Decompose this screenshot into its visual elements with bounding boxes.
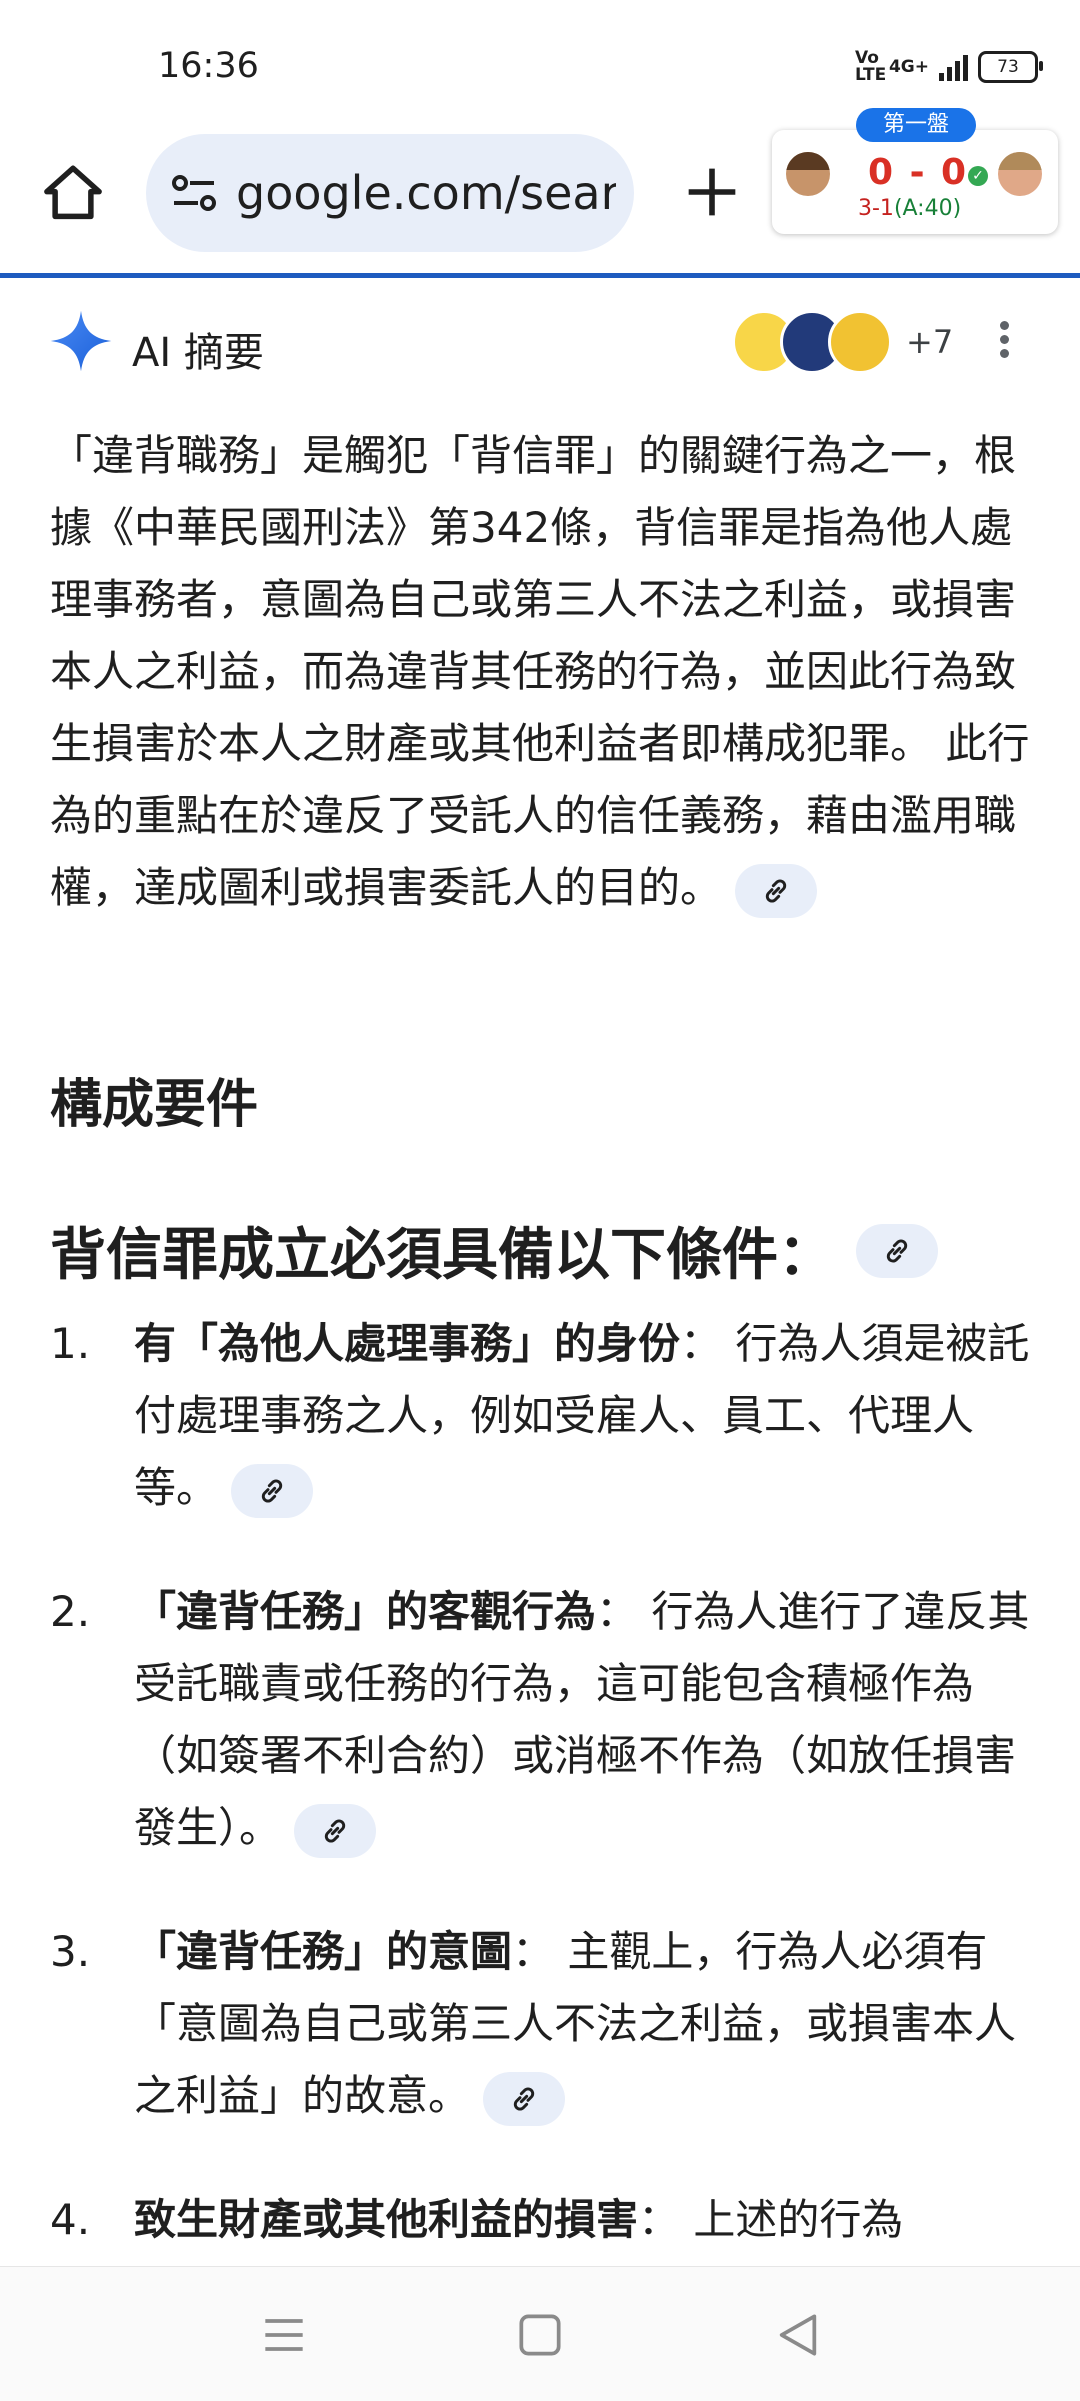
status-time: 16:36 bbox=[158, 46, 259, 86]
citation-link-button[interactable] bbox=[856, 1223, 938, 1278]
list-number: 4. bbox=[50, 2195, 91, 2244]
list-number: 1. bbox=[50, 1319, 91, 1368]
site-settings-icon[interactable] bbox=[170, 171, 218, 215]
list-item-title: 致生財產或其他利益的損害 bbox=[134, 2195, 639, 2244]
more-options-icon[interactable] bbox=[996, 316, 1012, 366]
citation-link-button[interactable] bbox=[483, 2071, 566, 2126]
battery-level: 73 bbox=[997, 57, 1019, 77]
intro-paragraph: 「違背職務」是觸犯「背信罪」的關鍵行為之一，根據《中華民國刑法》第342條，背信… bbox=[50, 420, 1030, 924]
gemini-sparkle-icon bbox=[50, 310, 112, 372]
network-type: 4G+ bbox=[888, 57, 929, 77]
source-icons[interactable]: +7 bbox=[732, 310, 953, 374]
home-square-icon[interactable] bbox=[512, 2307, 568, 2363]
citation-link-button[interactable] bbox=[735, 863, 818, 918]
ai-overview-body: 「違背職務」是觸犯「背信罪」的關鍵行為之一，根據《中華民國刑法》第342條，背信… bbox=[50, 420, 1030, 924]
list-number: 2. bbox=[50, 1587, 91, 1636]
ai-overview-title: AI 摘要 bbox=[132, 330, 264, 376]
url-text[interactable]: google.com/search bbox=[236, 166, 616, 220]
list-item-title: 有「為他人處理事務」的身份 bbox=[134, 1319, 681, 1368]
set-score-value: 3-1 bbox=[858, 196, 894, 221]
list-item-text: ： 上述的行為 bbox=[638, 2195, 904, 2244]
new-tab-icon[interactable] bbox=[684, 164, 740, 220]
battery-icon: 73 bbox=[978, 51, 1043, 83]
link-icon bbox=[262, 1479, 283, 1502]
ai-overview-header: AI 摘要 +7 bbox=[0, 290, 1080, 390]
subsection-heading: 背信罪成立必須具備以下條件： bbox=[50, 1210, 938, 1291]
menu-icon[interactable] bbox=[256, 2307, 312, 2363]
set-score: 3-1(A:40) bbox=[858, 196, 961, 221]
url-bar[interactable]: google.com/search bbox=[146, 134, 634, 252]
list-item: 2. 「違背任務」的客觀行為： 行為人進行了違反其受託職責或任務的行為，這可能包… bbox=[50, 1576, 1030, 1864]
link-icon bbox=[514, 2087, 535, 2110]
source-count[interactable]: +7 bbox=[906, 323, 953, 361]
list-number: 3. bbox=[50, 1927, 91, 1976]
link-icon bbox=[766, 879, 787, 902]
link-icon bbox=[886, 1239, 908, 1262]
intro-text: 「違背職務」是觸犯「背信罪」的關鍵行為之一，根據《中華民國刑法》第342條，背信… bbox=[50, 431, 1030, 912]
heading-elements: 構成要件 bbox=[50, 1075, 259, 1135]
system-nav-bar bbox=[0, 2266, 1080, 2401]
heading-conditions: 背信罪成立必須具備以下條件： bbox=[50, 1223, 834, 1288]
check-icon: ✓ bbox=[968, 166, 988, 186]
list-item: 4. 致生財產或其他利益的損害： 上述的行為 bbox=[50, 2184, 1030, 2256]
status-icons: Vo LTE 4G+ 73 bbox=[854, 48, 1043, 85]
source-logo-icon[interactable] bbox=[828, 310, 892, 374]
signal-icon bbox=[939, 53, 968, 81]
progress-divider bbox=[0, 273, 1080, 278]
section-heading: 構成要件 bbox=[50, 1062, 258, 1137]
home-icon[interactable] bbox=[40, 160, 106, 226]
list-item: 3. 「違背任務」的意圖： 主觀上，行為人必須有「意圖為自己或第三人不法之利益，… bbox=[50, 1916, 1030, 2132]
list-item: 1. 有「為他人處理事務」的身份： 行為人須是被託付處理事務之人，例如受雇人、員… bbox=[50, 1308, 1030, 1524]
player-avatar-left bbox=[786, 152, 830, 196]
citation-link-button[interactable] bbox=[231, 1463, 314, 1518]
browser-toolbar: google.com/search 第一盤 0 - 0 ✓ 3-1(A:40) bbox=[0, 108, 1080, 270]
link-icon bbox=[325, 1819, 346, 1842]
match-score: 0 - 0 bbox=[868, 152, 969, 193]
set-badge: 第一盤 bbox=[856, 108, 976, 142]
player-avatar-right bbox=[998, 152, 1042, 196]
live-score-widget[interactable]: 第一盤 0 - 0 ✓ 3-1(A:40) bbox=[772, 108, 1058, 234]
list-item-title: 「違背任務」的意圖 bbox=[134, 1927, 513, 1976]
conditions-list: 1. 有「為他人處理事務」的身份： 行為人須是被託付處理事務之人，例如受雇人、員… bbox=[50, 1308, 1030, 2308]
list-item-title: 「違背任務」的客觀行為 bbox=[134, 1587, 597, 1636]
volte-icon: Vo LTE bbox=[854, 48, 887, 85]
back-triangle-icon[interactable] bbox=[770, 2307, 826, 2363]
citation-link-button[interactable] bbox=[294, 1803, 377, 1858]
game-score: (A:40) bbox=[893, 196, 962, 221]
